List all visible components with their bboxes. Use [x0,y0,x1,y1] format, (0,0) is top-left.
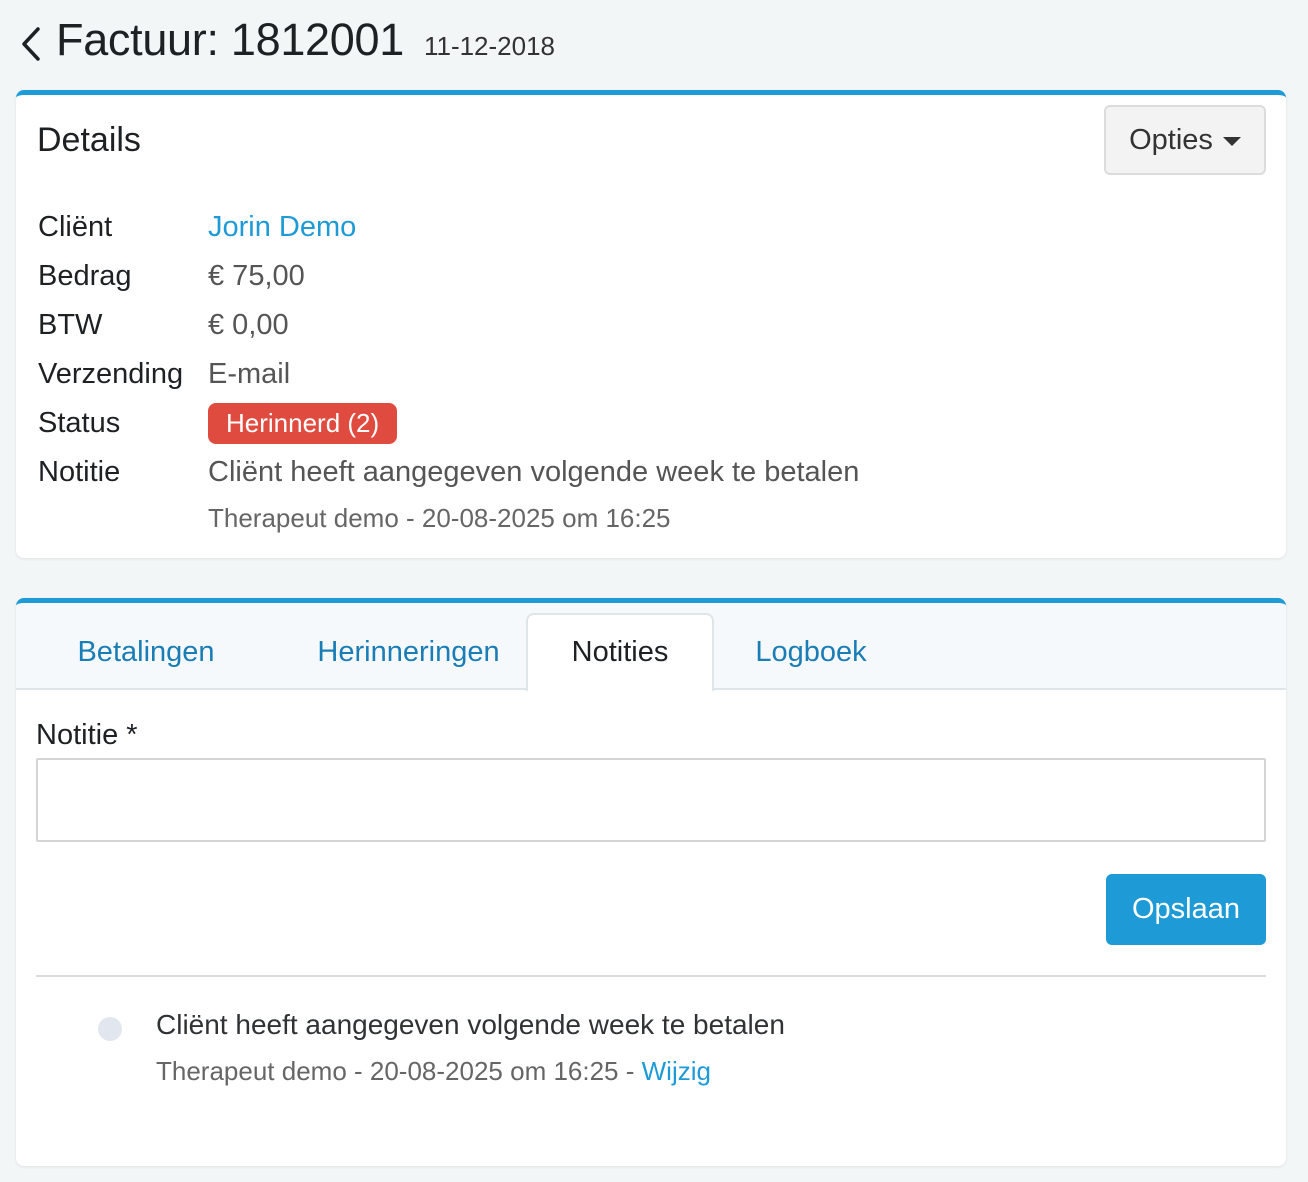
detail-row-amount: Bedrag € 75,00 [38,252,859,301]
note-field-label: Notitie * [36,719,138,751]
detail-row-vat: BTW € 0,00 [38,301,859,350]
divider [36,975,1266,977]
save-button[interactable]: Opslaan [1106,874,1266,945]
note-item-text: Cliënt heeft aangegeven volgende week te… [156,1009,785,1040]
invoice-date: 11-12-2018 [423,31,556,61]
note-value: Cliënt heeft aangegeven volgende week te… [208,456,860,488]
detail-row-client: Cliënt Jorin Demo [38,203,859,252]
detail-row-shipping: Verzending E-mail [38,350,859,399]
back-button[interactable] [14,19,48,69]
details-list: Cliënt Jorin Demo Bedrag € 75,00 BTW € 0… [38,203,859,534]
chevron-left-icon [22,27,40,61]
details-card: Details Opties Cliënt Jorin Demo Bedrag … [16,90,1286,558]
note-item-meta: Therapeut demo - 20-08-2025 om 16:25 - W… [156,1056,711,1087]
details-title: Details [37,121,141,159]
page-title: Factuur: 1812001 [56,14,404,65]
detail-row-status: Status Herinnerd (2) [38,399,859,448]
shipping-value: E-mail [208,358,291,390]
tab-notes[interactable]: Notities [526,613,714,692]
status-badge: Herinnerd (2) [208,403,398,444]
detail-label: Verzending [38,358,184,390]
vat-value: € 0,00 [208,309,289,341]
tab-payments[interactable]: Betalingen [56,613,236,692]
note-input[interactable] [36,758,1266,842]
bullet-dot-icon [98,1017,122,1041]
detail-label: Cliënt [38,211,113,243]
note-meta: Therapeut demo - 20-08-2025 om 16:25 [208,503,671,533]
tab-bar: Betalingen Herinneringen Notities Logboe… [16,603,1286,692]
caret-down-icon [1222,136,1241,146]
note-item-author-date: Therapeut demo - 20-08-2025 om 16:25 - [156,1056,642,1086]
tab-logbook[interactable]: Logboek [736,613,886,692]
notes-card: Betalingen Herinneringen Notities Logboe… [16,598,1286,1166]
client-link[interactable]: Jorin Demo [208,211,356,244]
options-label: Opties [1129,123,1213,156]
detail-label: BTW [38,309,103,341]
page-header: Factuur: 1812001 11-12-2018 [14,14,555,74]
amount-value: € 75,00 [208,260,305,292]
tab-reminders[interactable]: Herinneringen [286,613,531,692]
detail-label: Notitie [38,456,121,488]
detail-label: Status [38,407,121,439]
detail-row-note: Notitie Cliënt heeft aangegeven volgende… [38,448,859,497]
detail-label: Bedrag [38,260,132,292]
edit-note-link[interactable]: Wijzig [642,1056,711,1086]
options-dropdown-button[interactable]: Opties [1104,105,1266,175]
